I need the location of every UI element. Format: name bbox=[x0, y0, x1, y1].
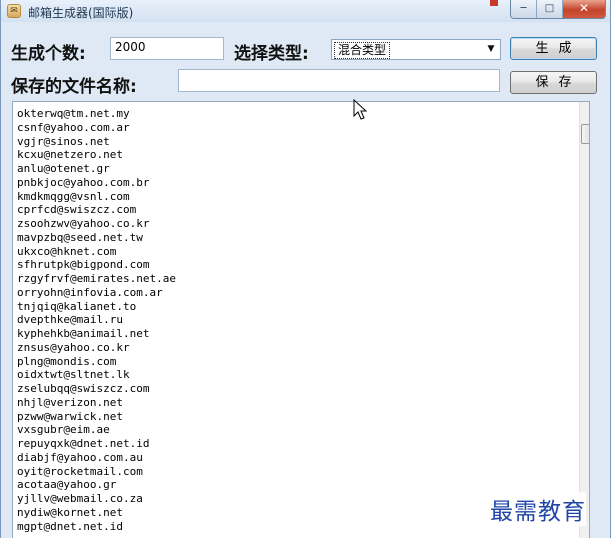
email-list-item[interactable]: csnf@yahoo.com.ar bbox=[17, 121, 176, 135]
vertical-scrollbar[interactable] bbox=[579, 102, 589, 538]
save-button[interactable]: 保存 bbox=[510, 71, 597, 94]
email-list-item[interactable]: oyit@rocketmail.com bbox=[17, 465, 176, 479]
email-list-item[interactable]: plng@mondis.com bbox=[17, 355, 176, 369]
count-input[interactable]: 2000 bbox=[110, 37, 224, 60]
app-icon[interactable]: ✉ bbox=[7, 4, 21, 18]
email-list[interactable]: okterwq@tm.net.my csnf@yahoo.com.ar vgjr@s… bbox=[12, 101, 590, 538]
email-list-item[interactable]: mgpt@dnet.net.id bbox=[17, 520, 176, 534]
email-list-item[interactable]: orryohn@infovia.com.ar bbox=[17, 286, 176, 300]
email-list-item[interactable]: zselubqq@swiszcz.com bbox=[17, 382, 176, 396]
email-list-item[interactable]: cprfcd@swiszcz.com bbox=[17, 203, 176, 217]
email-list-item[interactable]: acotaa@yahoo.gr bbox=[17, 478, 176, 492]
email-list-item[interactable]: diabjf@yahoo.com.au bbox=[17, 451, 176, 465]
email-list-item[interactable]: dvepthke@mail.ru bbox=[17, 313, 176, 327]
filename-label: 保存的文件名称: bbox=[11, 77, 137, 97]
email-list-item[interactable]: vxsgubr@eim.ae bbox=[17, 423, 176, 437]
close-icon[interactable]: ✕ bbox=[563, 0, 605, 18]
type-select[interactable]: 混合类型 ▼ bbox=[331, 39, 501, 60]
email-list-item[interactable]: anlu@otenet.gr bbox=[17, 162, 176, 176]
email-list-item[interactable]: pzww@warwick.net bbox=[17, 410, 176, 424]
email-list-item[interactable]: kcxu@netzero.net bbox=[17, 148, 176, 162]
email-lines: okterwq@tm.net.my csnf@yahoo.com.ar vgjr@s… bbox=[17, 107, 176, 533]
app-window: ✉ 邮箱生成器(国际版) ─ □ ✕ 生成个数: 2000 选择类型: 混合类型… bbox=[0, 0, 611, 538]
email-list-item[interactable]: mavpzbq@seed.net.tw bbox=[17, 231, 176, 245]
generate-button[interactable]: 生成 bbox=[510, 37, 597, 60]
mouse-pointer-icon bbox=[353, 99, 367, 120]
email-list-item[interactable]: sfhrutpk@bigpond.com bbox=[17, 258, 176, 272]
caption-buttons: ─ □ ✕ bbox=[510, 0, 606, 19]
email-list-item[interactable]: znsus@yahoo.co.kr bbox=[17, 341, 176, 355]
email-list-item[interactable]: vgjr@sinos.net bbox=[17, 135, 176, 149]
chevron-down-icon[interactable]: ▼ bbox=[483, 41, 499, 58]
type-select-value: 混合类型 bbox=[334, 42, 391, 59]
email-list-item[interactable]: zsoohzwv@yahoo.co.kr bbox=[17, 217, 176, 231]
email-list-item[interactable]: ukxco@hknet.com bbox=[17, 245, 176, 259]
email-list-item[interactable]: kmdkmqgg@vsnl.com bbox=[17, 190, 176, 204]
email-list-item[interactable]: rzgyfrvf@emirates.net.ae bbox=[17, 272, 176, 286]
scrollbar-thumb[interactable] bbox=[581, 124, 589, 144]
watermark-text: 最需教育 bbox=[490, 492, 586, 526]
email-list-item[interactable]: nydiw@kornet.net bbox=[17, 506, 176, 520]
email-list-item[interactable]: yjllv@webmail.co.za bbox=[17, 492, 176, 506]
email-list-item[interactable]: oidxtwt@sltnet.lk bbox=[17, 368, 176, 382]
count-label: 生成个数: bbox=[11, 44, 86, 64]
close-button-glow bbox=[490, 0, 498, 6]
email-list-item[interactable]: kyphehkb@animail.net bbox=[17, 327, 176, 341]
email-list-item[interactable]: pnbkjoc@yahoo.com.br bbox=[17, 176, 176, 190]
email-list-item[interactable]: repuyqxk@dnet.net.id bbox=[17, 437, 176, 451]
email-list-item[interactable]: nhjl@verizon.net bbox=[17, 396, 176, 410]
email-list-item[interactable]: okterwq@tm.net.my bbox=[17, 107, 176, 121]
filename-input[interactable] bbox=[178, 69, 500, 92]
type-label: 选择类型: bbox=[234, 44, 309, 64]
minimize-icon[interactable]: ─ bbox=[511, 0, 537, 18]
maximize-icon[interactable]: □ bbox=[537, 0, 563, 18]
window-title: 邮箱生成器(国际版) bbox=[28, 6, 134, 20]
email-list-item[interactable]: tnjqiq@kalianet.to bbox=[17, 300, 176, 314]
